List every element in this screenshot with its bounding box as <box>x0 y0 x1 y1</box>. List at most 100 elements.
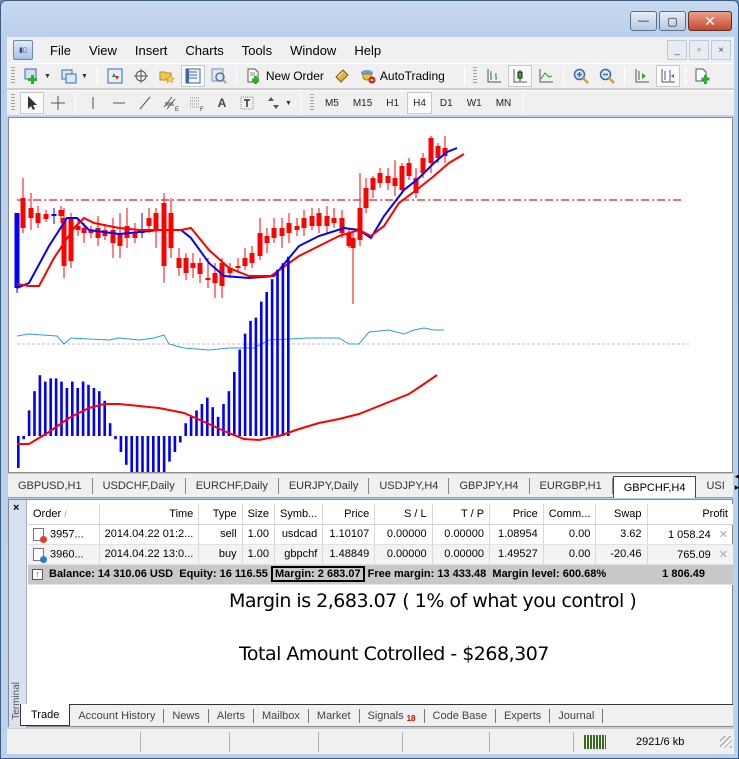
new-chart-button[interactable]: ▼ <box>20 65 55 87</box>
timeframe-d1[interactable]: D1 <box>434 92 459 114</box>
auto-scroll-button[interactable] <box>630 65 654 87</box>
candlestick-chart-button[interactable] <box>507 65 532 87</box>
fibonacci-button[interactable]: F <box>185 92 209 114</box>
col-size[interactable]: Size <box>242 504 276 525</box>
arrows-button[interactable]: ▼ <box>261 92 296 114</box>
chart-minimize-button[interactable]: _ <box>667 40 687 60</box>
tab-scroll-right-icon[interactable]: ▸ <box>735 482 739 492</box>
tab-news[interactable]: News <box>164 709 209 723</box>
strategy-tester-button[interactable] <box>207 65 231 87</box>
navigator-button[interactable] <box>155 65 179 87</box>
bar-chart-button[interactable] <box>482 65 506 87</box>
chart-tab[interactable]: USDCHF,Daily <box>93 478 186 494</box>
col-commission[interactable]: Comm... <box>543 504 597 525</box>
col-price-open[interactable]: Price <box>322 504 376 525</box>
chart-tab[interactable]: USI <box>696 478 734 494</box>
tab-trade[interactable]: Trade <box>20 704 71 726</box>
new-order-button[interactable]: New Order <box>242 65 328 87</box>
col-order[interactable]: Order / <box>28 504 100 525</box>
chart-tab[interactable]: GBPJPY,H4 <box>449 478 530 494</box>
menu-tools[interactable]: Tools <box>233 43 281 58</box>
tab-scroll-left-icon[interactable]: ◂ <box>735 471 739 481</box>
metaeditor-button[interactable] <box>330 65 354 87</box>
timeframe-m15[interactable]: M15 <box>347 92 378 114</box>
cursor-tool-button[interactable] <box>20 92 44 114</box>
toolbar-grip[interactable] <box>11 67 15 85</box>
close-button[interactable]: ✕ <box>688 11 732 31</box>
text-label-button[interactable] <box>235 92 259 114</box>
col-profit[interactable]: Profit <box>647 504 733 525</box>
close-order-icon[interactable]: ✕ <box>719 549 728 561</box>
dropdown-arrow-icon[interactable]: ▼ <box>81 73 88 80</box>
timeframe-h4[interactable]: H4 <box>407 92 432 114</box>
autotrading-button[interactable]: AutoTrading <box>356 65 449 87</box>
terminal-button[interactable] <box>180 65 205 87</box>
menu-charts[interactable]: Charts <box>176 43 232 58</box>
chart-restore-button[interactable]: ▫ <box>689 40 709 60</box>
crosshair-tool-button[interactable] <box>46 92 70 114</box>
menu-file[interactable]: File <box>41 43 80 58</box>
col-time[interactable]: Time <box>99 504 200 525</box>
terminal-close-icon[interactable]: × <box>13 502 19 514</box>
timeframe-mn[interactable]: MN <box>490 92 518 114</box>
resize-grip-icon[interactable] <box>720 735 732 748</box>
table-row[interactable]: 3960... 2014.04.22 13:0... buy 1.00 gbpc… <box>28 544 733 565</box>
table-row[interactable]: 3957... 2014.04.22 01:2... sell 1.00 usd… <box>28 524 733 545</box>
data-window-button[interactable] <box>129 65 153 87</box>
text-tool-button[interactable]: A <box>211 92 233 114</box>
cell-sl: 0.00000 <box>374 524 433 545</box>
col-price-current[interactable]: Price <box>489 504 544 525</box>
status-cell <box>141 731 230 752</box>
app-icon[interactable]: ▮▯ <box>13 40 33 60</box>
zoom-out-button[interactable] <box>595 65 619 87</box>
chart-shift-button[interactable] <box>655 65 680 87</box>
chart-canvas[interactable] <box>9 118 732 472</box>
chart-tab[interactable]: GBPUSD,H1 <box>8 478 93 494</box>
timeframe-h1[interactable]: H1 <box>380 92 405 114</box>
horizontal-line-button[interactable] <box>107 92 131 114</box>
tab-alerts[interactable]: Alerts <box>209 709 254 723</box>
col-symbol[interactable]: Symb... <box>274 504 324 525</box>
col-tp[interactable]: T / P <box>432 504 491 525</box>
equidistant-channel-button[interactable]: E <box>159 92 183 114</box>
tab-journal[interactable]: Journal <box>550 709 604 723</box>
close-order-icon[interactable]: ✕ <box>719 529 728 541</box>
terminal-sidebar: × Terminal <box>9 500 27 728</box>
dropdown-arrow-icon[interactable]: ▼ <box>285 100 292 107</box>
maximize-button[interactable]: ▢ <box>659 11 686 31</box>
chart-tab[interactable]: EURCHF,Daily <box>186 478 279 494</box>
minimize-button[interactable]: — <box>630 11 657 31</box>
chart-tab[interactable]: EURGBP,H1 <box>530 478 613 494</box>
menu-view[interactable]: View <box>80 43 126 58</box>
dropdown-arrow-icon[interactable]: ▼ <box>44 73 51 80</box>
tab-account-history[interactable]: Account History <box>70 709 165 723</box>
line-chart-button[interactable] <box>534 65 558 87</box>
menu-help[interactable]: Help <box>345 43 390 58</box>
templates-button[interactable] <box>691 65 715 87</box>
chart-tab[interactable]: USDJPY,H4 <box>369 478 450 494</box>
trendline-button[interactable] <box>133 92 157 114</box>
menu-window[interactable]: Window <box>281 43 345 58</box>
timeframe-m5[interactable]: M5 <box>319 92 345 114</box>
toolbar-grip[interactable] <box>309 94 314 112</box>
col-type[interactable]: Type <box>198 504 243 525</box>
tab-mailbox[interactable]: Mailbox <box>254 709 309 723</box>
toolbar-grip[interactable] <box>472 67 477 85</box>
timeframe-w1[interactable]: W1 <box>461 92 488 114</box>
tab-experts[interactable]: Experts <box>496 709 551 723</box>
market-watch-button[interactable] <box>103 65 127 87</box>
col-swap[interactable]: Swap <box>595 504 648 525</box>
profiles-button[interactable]: ▼ <box>57 65 92 87</box>
vertical-line-button[interactable] <box>81 92 105 114</box>
chart-tab-active[interactable]: GBPCHF,H4 <box>612 476 697 498</box>
tab-code-base[interactable]: Code Base <box>425 709 496 723</box>
price-chart[interactable] <box>8 117 733 473</box>
toolbar-grip[interactable] <box>11 94 15 112</box>
chart-tab[interactable]: EURJPY,Daily <box>279 478 370 494</box>
tab-signals[interactable]: Signals 18 <box>360 709 425 723</box>
tab-market[interactable]: Market <box>309 709 360 723</box>
col-sl[interactable]: S / L <box>374 504 433 525</box>
zoom-in-button[interactable] <box>569 65 593 87</box>
menu-insert[interactable]: Insert <box>126 43 177 58</box>
chart-close-button[interactable]: × <box>711 40 731 60</box>
